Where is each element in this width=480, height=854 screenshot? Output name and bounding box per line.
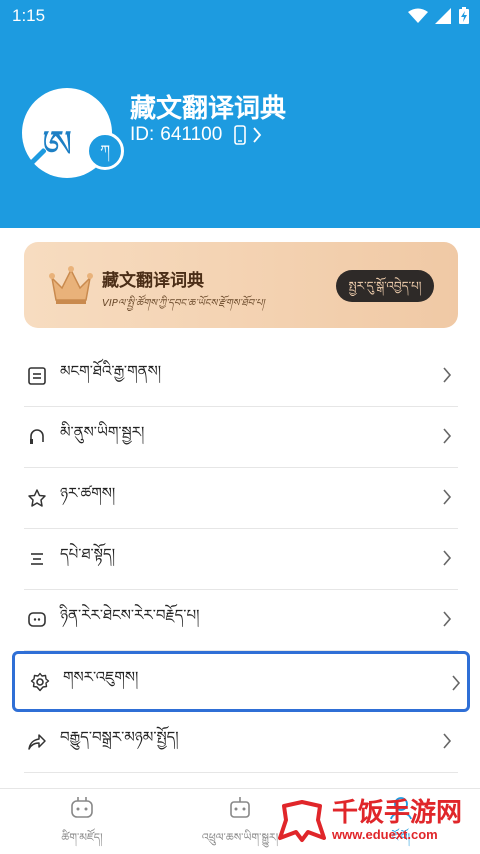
document-icon bbox=[26, 365, 48, 387]
chevron-right-icon bbox=[443, 489, 452, 505]
vip-open-button[interactable]: སྤྱར་དུ་སྒོ་འབྱེད་པ། bbox=[336, 270, 434, 302]
tab-label: འཕྲུལ་ཆས་ཡིག་སྒྱུར། bbox=[201, 831, 279, 844]
dictionary-icon bbox=[71, 797, 93, 818]
menu-item-label: མི་ནུས་ཡིག་སྦྱར། bbox=[60, 423, 145, 441]
crown-icon bbox=[49, 266, 93, 304]
chevron-right-icon bbox=[443, 367, 452, 383]
user-id-row[interactable]: ID: 641100 bbox=[130, 124, 262, 146]
menu-item-audio[interactable]: མི་ནུས་ཡིག་སྦྱར། bbox=[24, 407, 458, 468]
chevron-right-icon bbox=[443, 550, 452, 566]
menu-item-label: ཉིན་རེར་ཐེངས་རེར་བརྗོད་པ། bbox=[60, 606, 200, 624]
list-icon bbox=[26, 548, 48, 570]
menu-item-label: དཔེ་ཐ་སྟོད། bbox=[60, 545, 116, 563]
menu-item-label: གསར་འཇུགས། bbox=[63, 667, 139, 686]
star-icon bbox=[26, 487, 48, 509]
signal-icon bbox=[435, 8, 451, 24]
id-label: ID: bbox=[130, 124, 155, 145]
profile-content: 藏文翻译词典 VIPལ་སྤྱི་ཚོགས་ཀྱི་དབང་ཆ་ཡོངས་རྫོ… bbox=[0, 228, 480, 788]
menu-item-favorites[interactable]: ཉར་ཚགས། bbox=[24, 468, 458, 529]
wifi-icon bbox=[408, 8, 428, 23]
menu-item-label: བརྒྱུད་བསྒྲར་མཉམ་སྤྱོད། bbox=[60, 728, 179, 746]
avatar-badge: ཀ bbox=[86, 132, 124, 170]
chevron-right-icon bbox=[253, 127, 262, 143]
chevron-right-icon bbox=[452, 675, 461, 691]
vip-card[interactable]: 藏文翻译词典 VIPལ་སྤྱི་ཚོགས་ཀྱི་དབང་ཆ་ཡོངས་རྫོ… bbox=[24, 242, 458, 328]
menu-item-label: མངག་ཐོའི་རྒྱ་གནས། bbox=[60, 362, 162, 380]
chat-icon bbox=[26, 609, 48, 631]
share-icon bbox=[26, 731, 48, 753]
settings-icon bbox=[29, 671, 51, 693]
menu-item-share[interactable]: བརྒྱུད་བསྒྲར་མཉམ་སྤྱོད། bbox=[24, 712, 458, 773]
site-watermark: 千饭手游网 www.eduext.com bbox=[278, 792, 474, 848]
tab-dictionary[interactable]: ཚིག་མཛོད། bbox=[40, 795, 124, 854]
status-bar: 1:15 bbox=[0, 0, 480, 32]
menu-item-daily[interactable]: ཉིན་རེར་ཐེངས་རེར་བརྗོད་པ། bbox=[24, 590, 458, 651]
tab-label: ཚིག་མཛོད། bbox=[61, 831, 103, 844]
phone-icon bbox=[234, 125, 247, 145]
app-avatar[interactable]: ཨ ཀ bbox=[22, 88, 124, 178]
avatar-glyph: ཨ bbox=[42, 122, 73, 166]
menu-item-settings[interactable]: གསར་འཇུགས། bbox=[12, 651, 470, 712]
menu-item-label: ཉར་ཚགས། bbox=[60, 484, 116, 502]
menu-item-examples[interactable]: དཔེ་ཐ་སྟོད། bbox=[24, 529, 458, 590]
watermark-name: 千饭手游网 bbox=[332, 797, 463, 828]
status-time: 1:15 bbox=[12, 6, 46, 25]
chevron-right-icon bbox=[443, 428, 452, 444]
chevron-right-icon bbox=[443, 611, 452, 627]
profile-header: 1:15 ཨ ཀ 藏文翻译词典 ID: 641100 bbox=[0, 0, 480, 228]
vip-title: 藏文翻译词典 bbox=[102, 271, 204, 291]
vip-subtitle: VIPལ་སྤྱི་ཚོགས་ཀྱི་དབང་ཆ་ཡོངས་རྫོགས་ཐོབ་… bbox=[102, 298, 265, 309]
headset-icon bbox=[26, 426, 48, 448]
site-logo-icon bbox=[278, 800, 326, 842]
menu-item-history[interactable]: མངག་ཐོའི་རྒྱ་གནས། bbox=[24, 346, 458, 407]
app-title: 藏文翻译词典 bbox=[130, 94, 287, 124]
robot-icon bbox=[230, 797, 250, 818]
settings-menu: མངག་ཐོའི་རྒྱ་གནས། མི་ནུས་ཡིག་སྦྱར། ཉར་ཚག… bbox=[12, 346, 470, 773]
id-value: 641100 bbox=[160, 124, 223, 145]
chevron-right-icon bbox=[443, 733, 452, 749]
watermark-url: www.eduext.com bbox=[332, 826, 438, 842]
battery-icon bbox=[459, 7, 469, 24]
